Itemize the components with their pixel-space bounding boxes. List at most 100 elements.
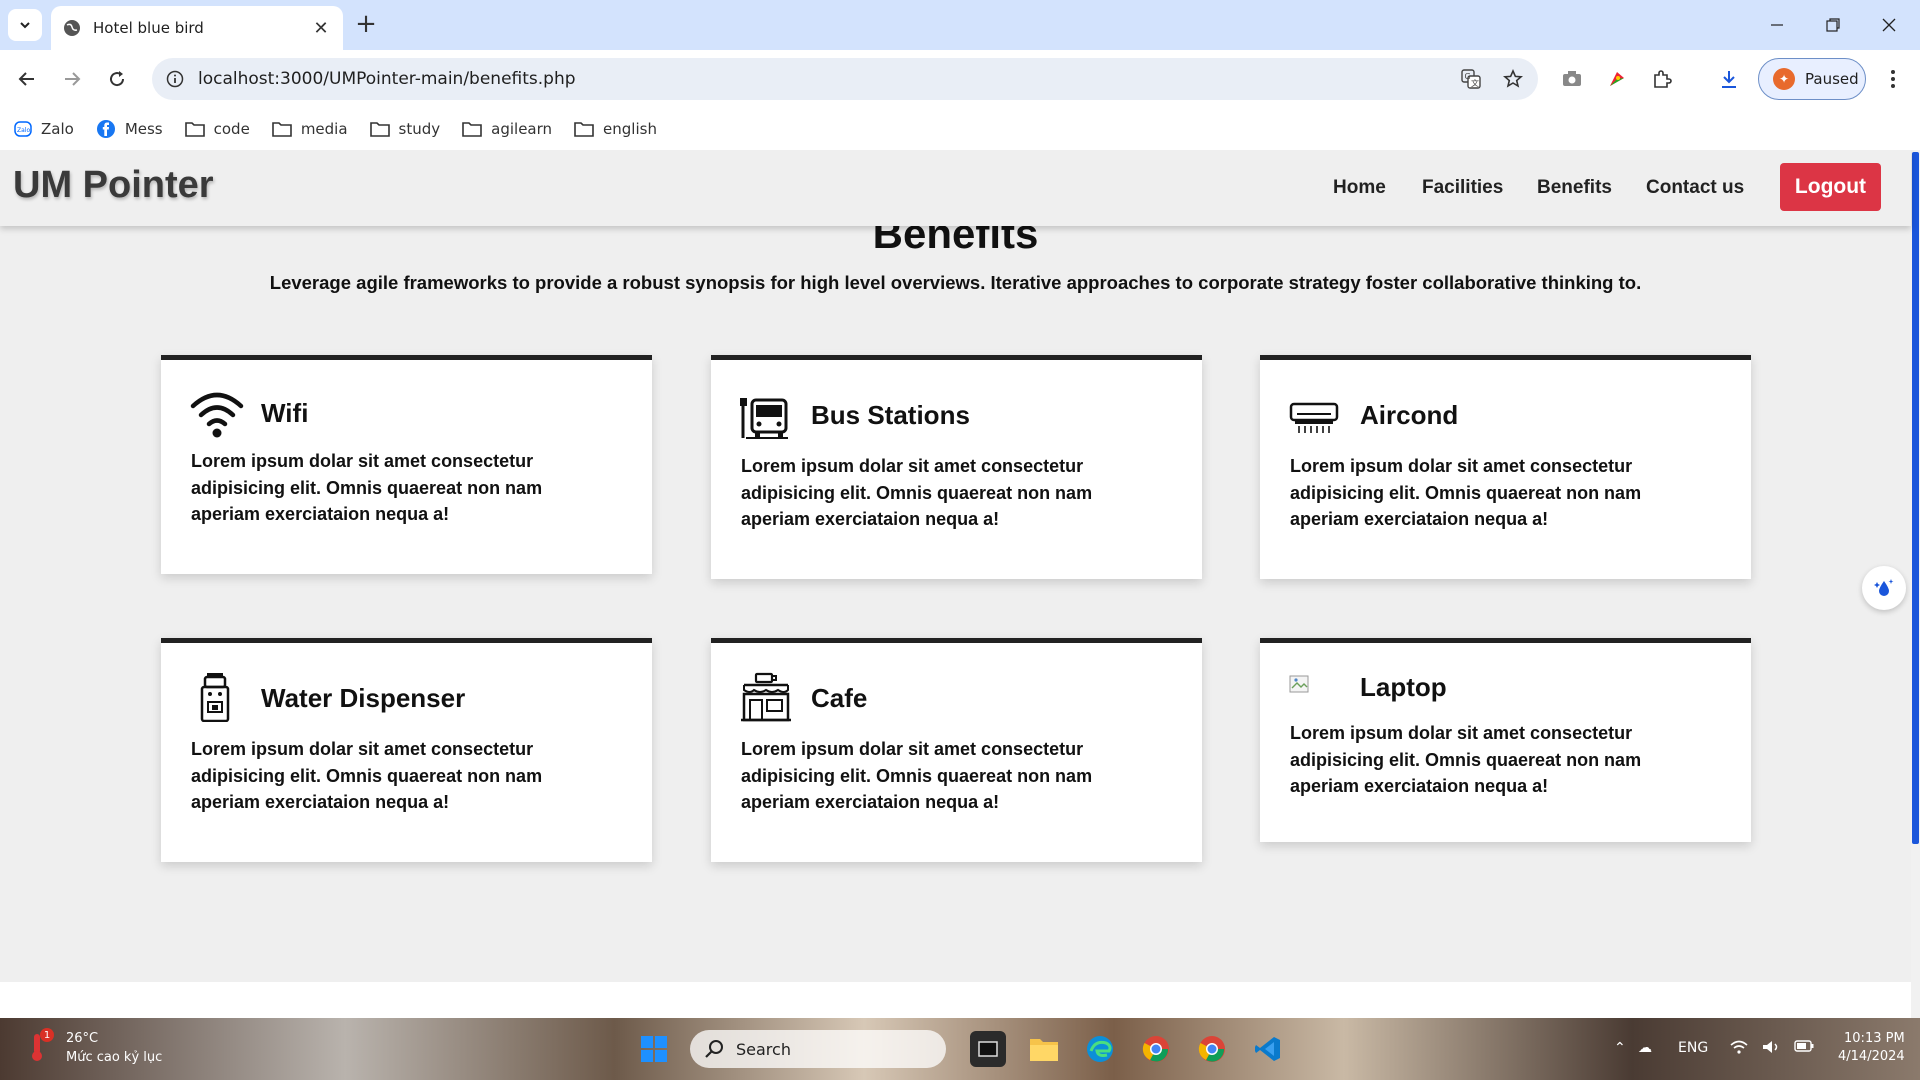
new-tab-button[interactable]: + <box>352 11 380 39</box>
volume-icon[interactable] <box>1762 1040 1780 1058</box>
edge-app[interactable] <box>1082 1031 1118 1067</box>
broken-image-icon <box>1289 671 1343 697</box>
card-text: Lorem ipsum dolar sit amet consectetur a… <box>191 739 543 812</box>
scrollbar-thumb[interactable] <box>1912 152 1919 844</box>
task-view-icon <box>978 1041 998 1057</box>
globe-icon <box>63 19 81 37</box>
benefit-card-wifi: Wifi Lorem ipsum dolar sit amet consecte… <box>161 355 652 574</box>
benefit-card-water-dispenser: Water Dispenser Lorem ipsum dolar sit am… <box>161 638 652 862</box>
avatar: ✦ <box>1773 68 1795 90</box>
back-button[interactable] <box>11 63 43 95</box>
search-icon <box>705 1040 723 1058</box>
clock-date: 4/14/2024 <box>1838 1049 1905 1064</box>
cafe-icon <box>740 672 794 722</box>
chrome-profile-app[interactable] <box>1194 1031 1230 1067</box>
edge-icon <box>1087 1036 1113 1062</box>
windows-taskbar: 26°C Mức cao kỷ lục 1 Search ⌃ ☁ ENG 10:… <box>0 1018 1920 1080</box>
close-window-button[interactable] <box>1866 10 1912 40</box>
camera-icon[interactable] <box>1556 63 1588 95</box>
restore-icon <box>1826 18 1840 32</box>
bookmark-folder-code[interactable]: code <box>184 120 250 138</box>
logout-button[interactable]: Logout <box>1780 163 1881 211</box>
nav-benefits[interactable]: Benefits <box>1537 177 1612 199</box>
air-conditioner-icon <box>1289 394 1343 442</box>
folder-icon <box>369 122 390 137</box>
chrome-app[interactable] <box>1138 1031 1174 1067</box>
page-subtitle: Leverage agile frameworks to provide a r… <box>269 272 1642 293</box>
taskbar-search[interactable]: Search <box>690 1030 946 1068</box>
windows-start-button[interactable] <box>636 1031 672 1067</box>
close-icon <box>1882 18 1896 32</box>
task-view-button[interactable] <box>970 1031 1006 1067</box>
taskbar-search-placeholder: Search <box>736 1039 791 1059</box>
minimize-icon <box>1771 24 1783 26</box>
chrome-icon <box>1198 1036 1225 1062</box>
bookmark-zalo[interactable]: Zalo Zalo <box>14 120 74 138</box>
water-dispenser-icon <box>190 673 244 722</box>
download-icon[interactable] <box>1713 63 1745 95</box>
battery-icon[interactable] <box>1794 1040 1814 1056</box>
benefit-card-bus-stations: Bus Stations Lorem ipsum dolar sit amet … <box>711 355 1202 579</box>
extensions-puzzle-icon[interactable] <box>1646 63 1678 95</box>
card-title: Bus Stations <box>811 400 970 430</box>
card-text: Lorem ipsum dolar sit amet consectetur a… <box>741 739 1093 812</box>
card-title: Aircond <box>1360 400 1459 430</box>
card-title: Water Dispenser <box>261 683 466 713</box>
benefit-card-cafe: Cafe Lorem ipsum dolar sit amet consecte… <box>711 638 1202 862</box>
vscode-icon <box>1255 1037 1280 1061</box>
card-text: Lorem ipsum dolar sit amet consectetur a… <box>1290 723 1642 796</box>
weather-temp: 26°C <box>66 1031 99 1046</box>
taskbar-clock[interactable]: 10:13 PM 4/14/2024 <box>1838 1030 1905 1066</box>
benefit-card-aircond: Aircond Lorem ipsum dolar sit amet conse… <box>1260 355 1751 579</box>
site-navbar: UM Pointer Home Facilities Benefits Cont… <box>0 150 1911 226</box>
tab-search-button[interactable] <box>8 9 42 41</box>
browser-tab-active[interactable]: Hotel blue bird ✕ <box>51 6 343 50</box>
bookmark-folder-study[interactable]: study <box>369 120 440 138</box>
facebook-icon <box>96 120 115 138</box>
language-indicator[interactable]: ENG <box>1678 1040 1708 1056</box>
browser-toolbar: localhost:3000/UMPointer-main/benefits.p… <box>0 50 1920 108</box>
translate-icon[interactable]: 文G <box>1454 62 1488 96</box>
reload-button[interactable] <box>101 63 133 95</box>
bookmark-folder-agilearn[interactable]: agilearn <box>462 120 552 138</box>
tab-close-icon[interactable]: ✕ <box>311 18 331 39</box>
card-text: Lorem ipsum dolar sit amet consectetur a… <box>191 451 543 524</box>
bookmark-folder-english[interactable]: english <box>574 120 657 138</box>
card-title: Laptop <box>1360 672 1447 702</box>
restore-button[interactable] <box>1810 10 1856 40</box>
extension-colorful-icon[interactable] <box>1601 63 1633 95</box>
card-text: Lorem ipsum dolar sit amet consectetur a… <box>741 456 1093 529</box>
file-explorer-app[interactable] <box>1026 1031 1062 1067</box>
nav-home[interactable]: Home <box>1333 177 1386 199</box>
folder-icon <box>462 122 482 137</box>
site-info-icon[interactable] <box>160 70 190 88</box>
url-text[interactable]: localhost:3000/UMPointer-main/benefits.p… <box>198 69 1454 89</box>
card-title: Wifi <box>261 398 309 428</box>
nav-contact-us[interactable]: Contact us <box>1646 177 1744 199</box>
reload-icon <box>110 71 125 87</box>
nav-facilities[interactable]: Facilities <box>1422 177 1503 199</box>
page-viewport: UM Pointer Home Facilities Benefits Cont… <box>0 150 1920 1018</box>
more-menu-icon[interactable] <box>1877 63 1909 95</box>
minimize-button[interactable] <box>1754 10 1800 40</box>
vscode-app[interactable] <box>1250 1031 1286 1067</box>
windows-logo-icon <box>641 1036 667 1062</box>
onedrive-icon[interactable]: ☁ <box>1638 1040 1652 1056</box>
notification-badge: 1 <box>40 1028 54 1042</box>
address-bar[interactable]: localhost:3000/UMPointer-main/benefits.p… <box>152 58 1538 100</box>
wifi-icon <box>190 390 244 438</box>
bookmark-mess[interactable]: Mess <box>96 119 163 139</box>
profile-status: Paused <box>1805 70 1859 88</box>
floating-assistant-button[interactable] <box>1862 566 1906 610</box>
tray-chevron-up-icon[interactable]: ⌃ <box>1614 1040 1626 1056</box>
forward-button[interactable] <box>56 63 88 95</box>
bookmark-folder-media[interactable]: media <box>272 120 348 138</box>
profile-button[interactable]: ✦ Paused <box>1758 58 1866 100</box>
bookmark-star-icon[interactable] <box>1496 62 1530 96</box>
bookmarks-bar: Zalo Zalo Mess code media study agilearn… <box>0 108 1920 150</box>
brand-logo[interactable]: UM Pointer <box>13 164 214 207</box>
chrome-icon <box>1142 1036 1169 1062</box>
svg-text:Zalo: Zalo <box>17 127 30 134</box>
arrow-right-icon <box>65 72 81 86</box>
wifi-tray-icon[interactable] <box>1730 1040 1748 1058</box>
